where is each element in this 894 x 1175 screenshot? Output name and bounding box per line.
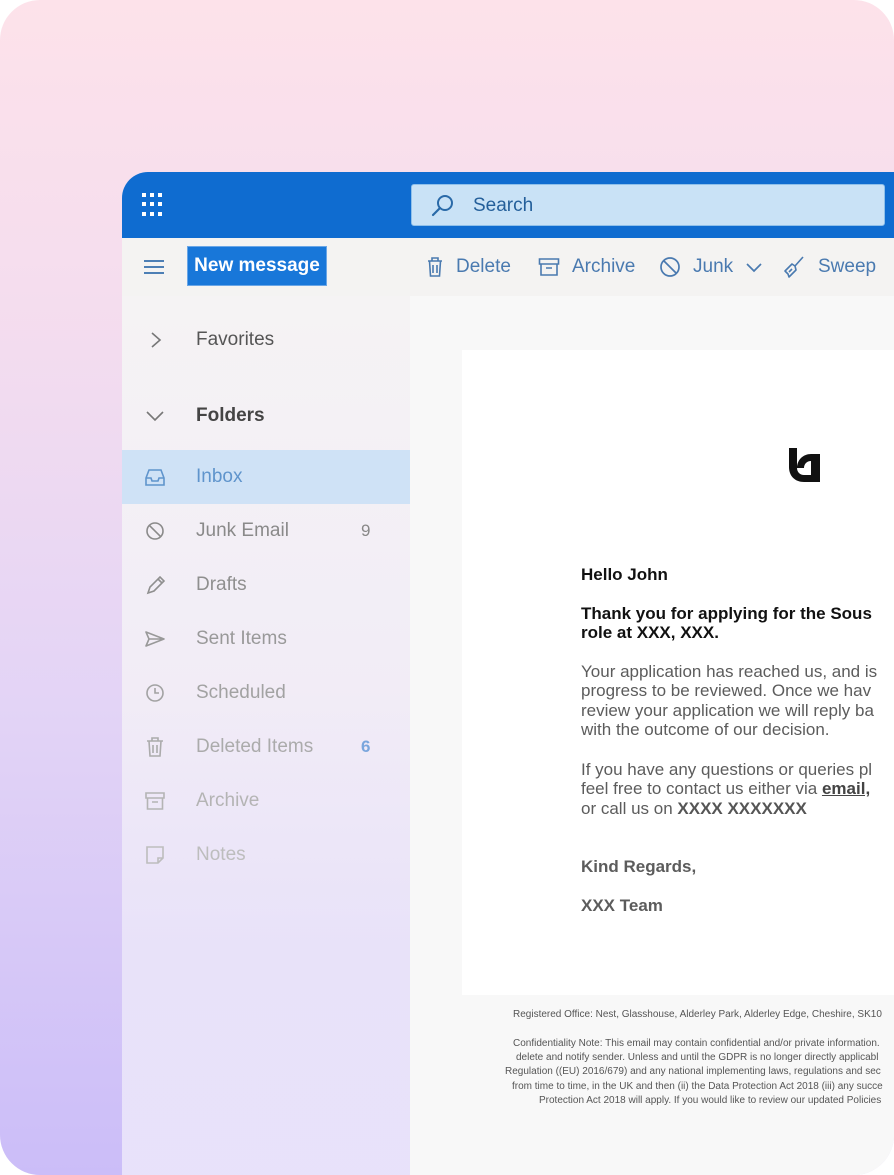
nav-item-archive[interactable]: Archive [122,774,410,828]
email-heading-line: role at XXX, XXX. [581,623,719,642]
email-paragraph-line: or call us on XXXX XXXXXXX [581,799,807,819]
nav-item-label: Scheduled [196,682,286,703]
search-box[interactable]: Search [411,184,885,226]
email-paragraph-line: Your application has reached us, and is [581,662,878,681]
footer-line: Confidentiality Note: This email may con… [513,1038,880,1049]
pencil-icon [146,575,166,595]
nav-favorites[interactable]: Favorites [122,313,410,367]
chevron-down-icon [146,411,164,422]
new-message-button[interactable]: New message [187,246,327,286]
nav-item-label: Inbox [196,466,243,487]
note-icon [146,846,164,864]
nav-item-label: Drafts [196,574,247,595]
email-text: feel free to contact us either via [581,779,822,798]
email-paragraph-line: with the outcome of our decision. [581,720,830,739]
email-paragraph-line: If you have any questions or queries pl [581,760,873,779]
nav-item-label: Notes [196,844,246,865]
delete-button[interactable]: Delete [426,254,511,280]
email-link[interactable]: email, [822,779,870,798]
send-icon [145,631,165,647]
inbox-icon [145,469,165,486]
nav-item-scheduled[interactable]: Scheduled [122,666,410,720]
email-greeting: Hello John [581,565,668,584]
app-launcher-icon[interactable] [142,193,166,217]
trash-icon [147,737,163,757]
nav-item-label: Deleted Items [196,736,314,757]
search-icon [431,195,453,217]
mail-app-window: Search New message Delete Archive Junk S… [122,172,894,1175]
footer-line: Registered Office: Nest, Glasshouse, Ald… [513,1009,882,1020]
nav-folders[interactable]: Folders [122,389,410,443]
chevron-right-icon [151,332,162,348]
email-body: Hello John Thank you for applying for th… [462,350,894,995]
search-placeholder: Search [473,195,534,216]
chevron-down-icon[interactable] [745,261,763,273]
favorites-label: Favorites [196,329,275,350]
unread-count: 9 [361,521,371,540]
footer-line: delete and notify sender. Unless and unt… [516,1052,879,1063]
footer-line: Regulation ((EU) 2016/679) and any natio… [505,1066,881,1077]
email-paragraph-line: feel free to contact us either via email… [581,779,870,799]
archive-button[interactable]: Archive [538,254,635,280]
footer-line: Protection Act 2018 will apply. If you w… [539,1095,882,1106]
company-logo [789,448,820,482]
reading-pane: Hello John Thank you for applying for th… [410,296,894,1175]
folders-label: Folders [196,405,265,426]
folder-navigation: Favorites Folders Inbox Junk Email 9 Dra… [122,296,410,1175]
trash-icon [428,257,442,277]
background-canvas: Search New message Delete Archive Junk S… [0,0,894,1175]
phone-number: XXXX XXXXXXX [677,799,807,818]
nav-item-drafts[interactable]: Drafts [122,558,410,612]
nav-item-deleted-items[interactable]: Deleted Items 6 [122,720,410,774]
email-team-signature: XXX Team [581,896,663,915]
nav-item-inbox[interactable]: Inbox [122,450,410,504]
delete-label: Delete [456,256,511,277]
clock-icon [146,684,164,702]
email-signoff: Kind Regards, [581,857,697,876]
command-bar: New message Delete Archive Junk Sweep [122,238,894,296]
nav-item-junk-email[interactable]: Junk Email 9 [122,504,410,558]
nav-item-label: Sent Items [196,628,287,649]
unread-count: 6 [361,737,371,756]
archive-icon [145,792,165,810]
block-icon [660,257,680,277]
top-bar: Search [122,172,894,238]
email-heading-line: Thank you for applying for the Sous [581,604,872,623]
sweep-label: Sweep [818,256,877,277]
footer-line: from time to time, in the UK and then (i… [512,1081,883,1092]
nav-item-label: Archive [196,790,260,811]
block-icon [146,522,164,540]
nav-item-sent-items[interactable]: Sent Items [122,612,410,666]
email-paragraph-line: review your application we will reply ba [581,701,874,720]
email-text: or call us on [581,799,678,818]
archive-icon [538,258,560,276]
archive-label: Archive [572,256,636,277]
email-paragraph-line: progress to be reviewed. Once we hav [581,681,872,700]
nav-item-notes[interactable]: Notes [122,828,410,882]
broom-icon [784,256,804,278]
nav-item-label: Junk Email [196,520,289,541]
junk-label: Junk [693,256,734,277]
junk-button[interactable]: Junk [659,254,763,280]
sweep-button[interactable]: Sweep [782,254,876,280]
hamburger-menu-icon[interactable] [144,260,164,276]
